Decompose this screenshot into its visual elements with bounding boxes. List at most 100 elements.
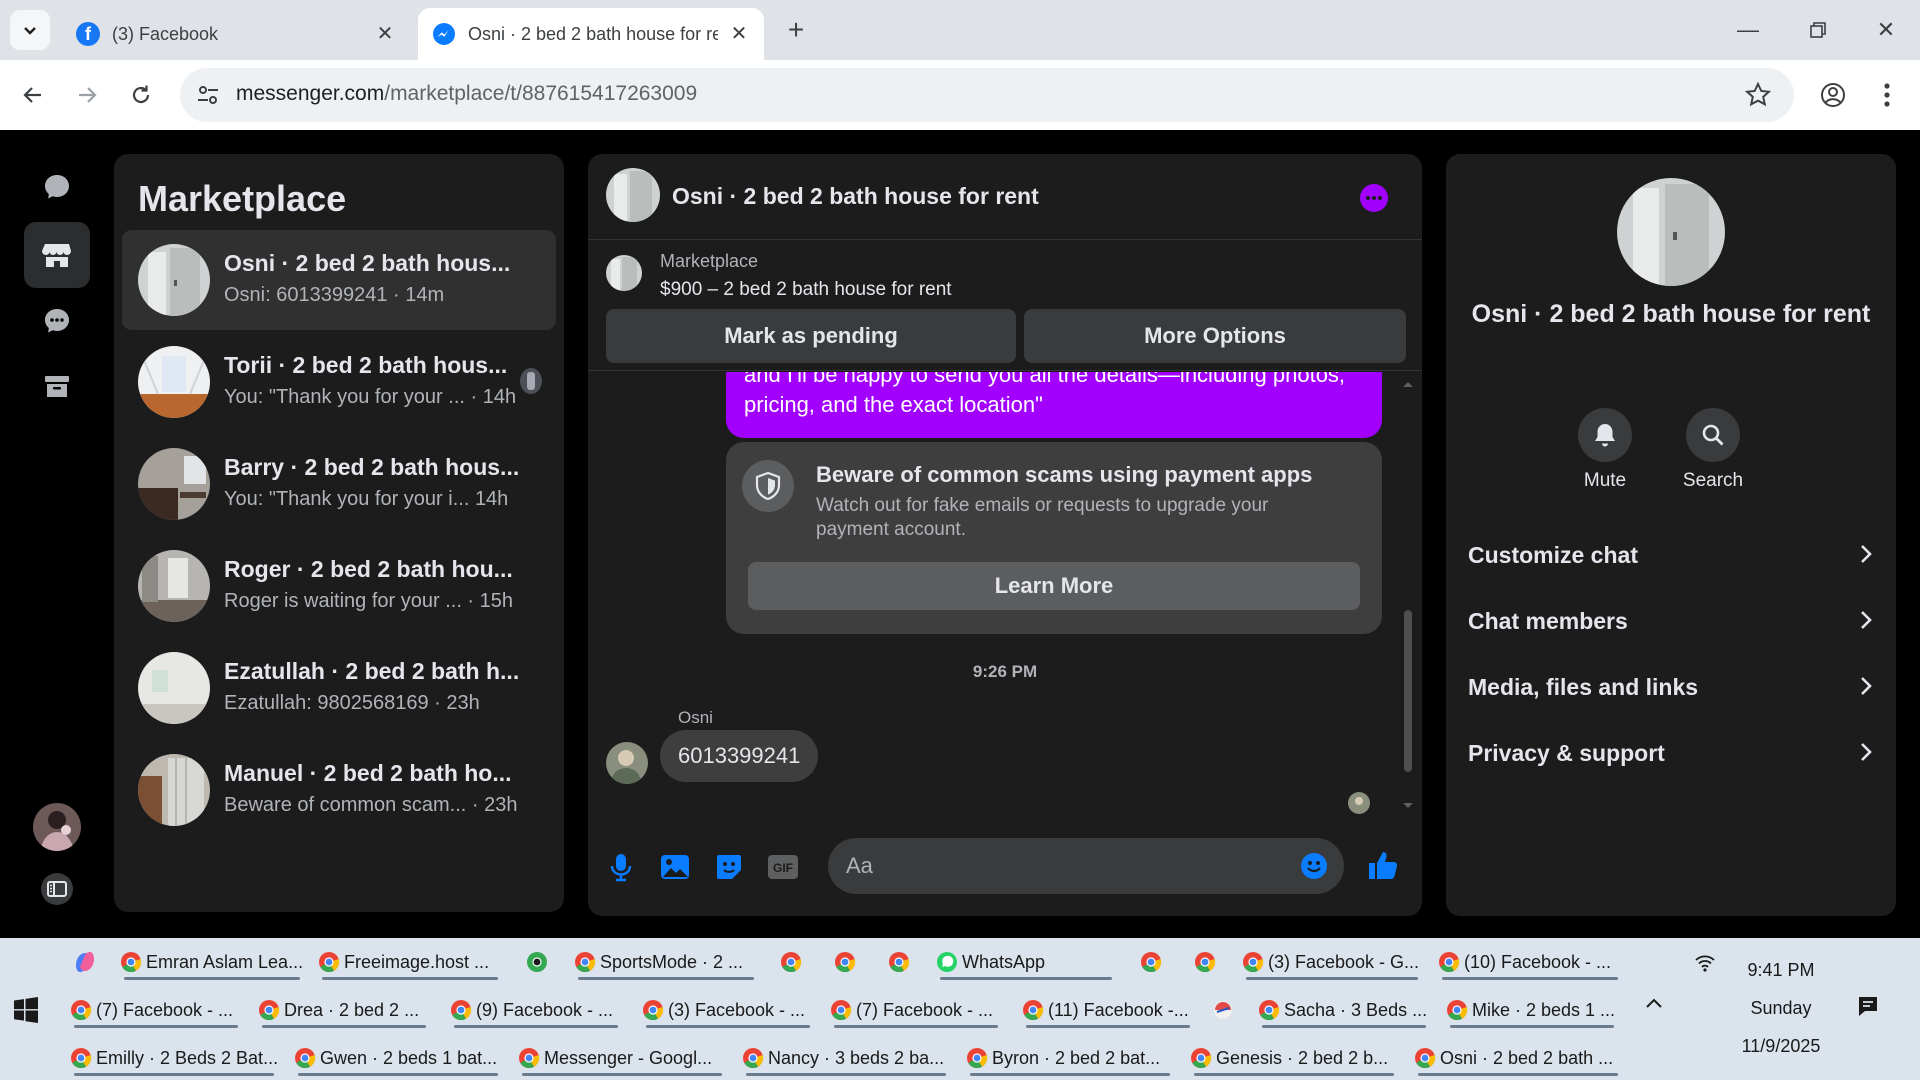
message-requests-nav-button[interactable] — [24, 288, 90, 354]
taskbar-item[interactable] — [834, 942, 860, 982]
chevron-right-icon — [1861, 545, 1872, 563]
learn-more-button[interactable]: Learn More — [748, 562, 1360, 610]
taskbar-item[interactable] — [780, 942, 806, 982]
clock-day[interactable]: Sunday — [1726, 998, 1836, 1019]
taskbar-item[interactable]: Emran Aslam Lea... — [120, 942, 304, 982]
reload-icon[interactable] — [124, 78, 158, 112]
scroll-down-icon[interactable] — [1400, 800, 1416, 812]
new-tab-icon[interactable]: + — [780, 14, 812, 46]
listing-thumbnail — [138, 550, 210, 622]
taskbar-item[interactable]: (11) Facebook -... — [1022, 990, 1194, 1030]
conversation-item[interactable]: Roger · 2 bed 2 bath hou... Roger is wai… — [122, 536, 556, 636]
message-scrollbar[interactable] — [1400, 372, 1416, 816]
taskbar-item[interactable]: Messenger - Googl... — [518, 1038, 726, 1078]
taskbar-item[interactable]: SportsMode · 2 ... — [574, 942, 758, 982]
conversation-item[interactable]: Torii · 2 bed 2 bath hous... You: "Thank… — [122, 332, 556, 432]
taskbar-item[interactable]: Osni · 2 bed 2 bath ... — [1414, 1038, 1622, 1078]
privacy-support-row[interactable]: Privacy & support — [1468, 728, 1878, 778]
taskbar-item[interactable]: Nancy · 3 beds 2 ba... — [742, 1038, 950, 1078]
chevron-down-icon — [24, 27, 36, 35]
media-files-links-row[interactable]: Media, files and links — [1468, 662, 1878, 712]
browser-menu-icon[interactable] — [1870, 78, 1904, 112]
tab-messenger[interactable]: Osni · 2 bed 2 bath house for re ✕ — [418, 8, 764, 60]
taskbar-item[interactable] — [1194, 942, 1220, 982]
taskbar-item[interactable]: Genesis · 2 bed 2 b... — [1190, 1038, 1398, 1078]
site-info-icon[interactable] — [194, 81, 222, 109]
show-hidden-icons-icon[interactable] — [1644, 996, 1664, 1010]
taskbar-item[interactable]: (9) Facebook - ... — [450, 990, 622, 1030]
forward-icon[interactable] — [70, 78, 104, 112]
close-window-icon[interactable]: ✕ — [1866, 14, 1906, 46]
taskbar-label: WhatsApp — [962, 951, 1046, 972]
taskbar-item[interactable]: Mike · 2 beds 1 ... — [1446, 990, 1618, 1030]
sticker-icon[interactable] — [712, 850, 746, 884]
photo-icon[interactable] — [658, 850, 692, 884]
taskbar-item[interactable] — [526, 942, 552, 982]
account-avatar[interactable] — [24, 794, 90, 860]
taskbar-item[interactable]: (3) Facebook - G... — [1242, 942, 1422, 982]
chat-title[interactable]: Osni · 2 bed 2 bath house for rent — [672, 183, 1039, 210]
taskbar-item[interactable]: Sacha · 3 Beds ... — [1258, 990, 1430, 1030]
taskbar-label: Genesis · 2 bed 2 b... — [1216, 1047, 1389, 1068]
start-button[interactable] — [12, 990, 40, 1030]
scroll-up-icon[interactable] — [1400, 378, 1416, 390]
taskbar-item[interactable]: (10) Facebook - ... — [1438, 942, 1622, 982]
customize-chat-row[interactable]: Customize chat — [1468, 530, 1878, 580]
taskbar-item[interactable]: (7) Facebook - ... — [70, 990, 242, 1030]
message-dots-icon — [45, 309, 69, 333]
taskbar-item-whatsapp[interactable]: WhatsApp — [936, 942, 1116, 982]
microphone-icon[interactable] — [604, 850, 638, 884]
taskbar-item[interactable]: Byron · 2 bed 2 bat... — [966, 1038, 1174, 1078]
archive-nav-button[interactable] — [24, 354, 90, 420]
mute-button[interactable]: Mute — [1560, 408, 1650, 492]
close-tab-icon[interactable]: ✕ — [728, 22, 750, 45]
thumbs-up-icon[interactable] — [1366, 848, 1402, 884]
address-bar[interactable]: messenger.com/marketplace/t/887615417263… — [180, 68, 1794, 122]
conversation-item[interactable]: Manuel · 2 bed 2 bath ho... Beware of co… — [122, 740, 556, 840]
clock-date[interactable]: 11/9/2025 — [1726, 1036, 1836, 1057]
profile-icon[interactable] — [1816, 78, 1850, 112]
listing-price[interactable]: $900 – 2 bed 2 bath house for rent — [660, 279, 952, 301]
taskbar-item[interactable] — [888, 942, 914, 982]
more-icon[interactable] — [1360, 184, 1388, 212]
listing-thumbnail[interactable] — [606, 255, 642, 291]
taskbar-item[interactable] — [1212, 990, 1238, 1030]
taskbar-item[interactable]: Drea · 2 bed 2 ... — [258, 990, 430, 1030]
sender-avatar[interactable] — [606, 742, 648, 784]
taskbar-item[interactable]: Gwen · 2 beds 1 bat... — [294, 1038, 502, 1078]
taskbar-item[interactable]: Emilly · 2 Beds 2 Bat... — [70, 1038, 278, 1078]
chats-nav-button[interactable] — [24, 154, 90, 220]
gif-icon[interactable]: GIF — [766, 850, 800, 884]
taskbar-item[interactable] — [1140, 942, 1166, 982]
wifi-icon[interactable] — [1694, 952, 1716, 974]
clock-time[interactable]: 9:41 PM — [1726, 960, 1836, 981]
toggle-sidebar-button[interactable] — [24, 856, 90, 922]
conversation-snippet: Beware of common scam... · 23h — [224, 794, 518, 816]
taskbar-item[interactable]: (3) Facebook - ... — [642, 990, 814, 1030]
chrome-icon — [519, 1048, 540, 1069]
message-input[interactable] — [828, 838, 1344, 894]
search-button[interactable]: Search — [1668, 408, 1758, 492]
marketplace-nav-button[interactable] — [24, 222, 90, 288]
notification-center-icon[interactable] — [1856, 994, 1880, 1018]
chat-members-row[interactable]: Chat members — [1468, 596, 1878, 646]
restore-icon[interactable] — [1798, 14, 1838, 46]
copilot-icon[interactable] — [72, 942, 98, 982]
conversation-item[interactable]: Ezatullah · 2 bed 2 bath h... Ezatullah:… — [122, 638, 556, 738]
chat-avatar[interactable] — [606, 168, 660, 222]
scrollbar-thumb[interactable] — [1404, 610, 1412, 772]
back-icon[interactable] — [16, 78, 50, 112]
tab-search-button[interactable] — [10, 10, 50, 50]
conversation-item[interactable]: Barry · 2 bed 2 bath hous... You: "Thank… — [122, 434, 556, 534]
more-options-button[interactable]: More Options — [1024, 309, 1406, 363]
taskbar-item[interactable]: (7) Facebook - ... — [830, 990, 1002, 1030]
mark-as-pending-button[interactable]: Mark as pending — [606, 309, 1016, 363]
taskbar-item[interactable]: Freeimage.host ... — [318, 942, 502, 982]
url-text[interactable]: messenger.com/marketplace/t/887615417263… — [236, 82, 697, 106]
bookmark-star-icon[interactable] — [1744, 81, 1772, 109]
conversation-item[interactable]: Osni · 2 bed 2 bath hous... Osni: 601339… — [122, 230, 556, 330]
tab-facebook[interactable]: f (3) Facebook ✕ — [62, 8, 410, 60]
emoji-icon[interactable] — [1300, 852, 1328, 880]
close-tab-icon[interactable]: ✕ — [374, 22, 396, 45]
minimize-icon[interactable]: — — [1728, 14, 1768, 46]
